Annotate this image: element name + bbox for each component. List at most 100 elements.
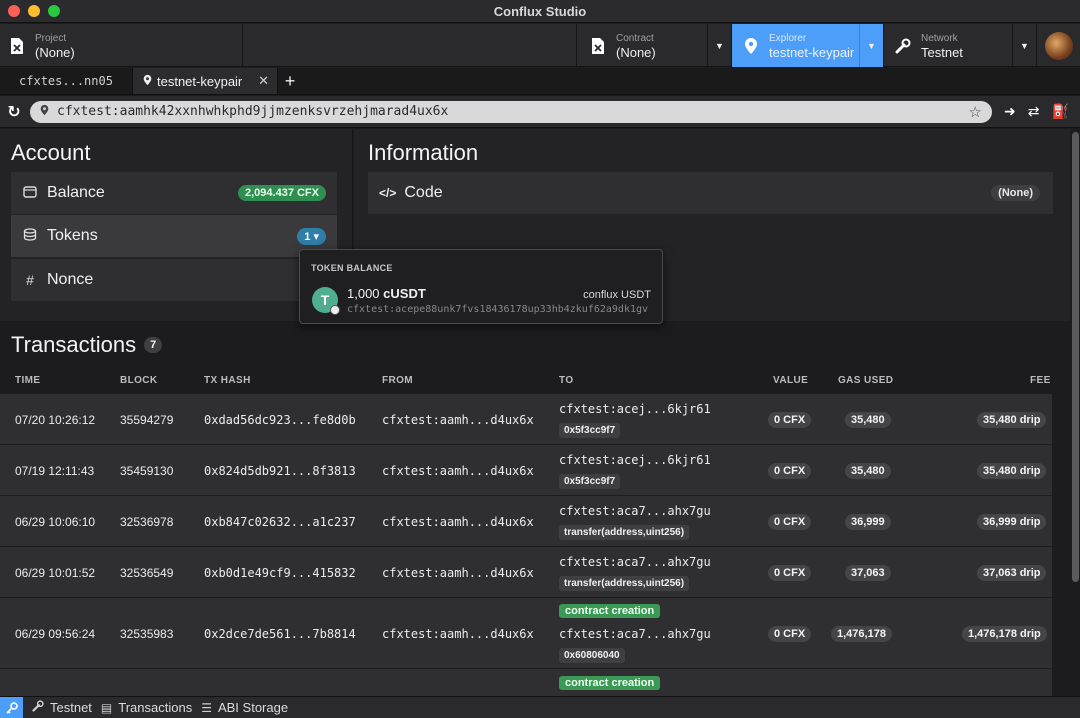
tx-block[interactable]: 35459130 — [120, 464, 173, 478]
code-label: Code — [404, 184, 443, 201]
tx-block[interactable]: 35594279 — [120, 413, 173, 427]
close-tab-icon[interactable]: ✕ — [258, 73, 269, 89]
tab-cfxtes[interactable]: cfxtes...nn05 — [0, 68, 133, 94]
tx-gas-pill: 35,480 — [845, 412, 891, 428]
window-titlebar: Conflux Studio — [0, 0, 1080, 23]
tx-method-tag: 0x5f3cc9f7 — [559, 423, 621, 438]
table-row[interactable]: 06/29 10:06:10 32536978 0xb847c02632...a… — [0, 496, 1052, 546]
tx-from[interactable]: cfxtest:aamh...d4ux6x — [382, 413, 534, 427]
table-header: TIME BLOCK TX HASH FROM TO VALUE GAS USE… — [0, 372, 1060, 390]
tx-block[interactable]: 32535983 — [120, 627, 173, 641]
table-row[interactable]: contract creation — [0, 669, 1052, 696]
tether-logo-icon: T — [312, 287, 340, 315]
code-badge: (None) — [991, 185, 1040, 201]
col-to: TO — [559, 375, 574, 386]
tx-from[interactable]: cfxtest:aamh...d4ux6x — [382, 464, 534, 478]
contract-selector[interactable]: Contract (None) ▼ — [577, 24, 732, 67]
contract-creation-tag: contract creation — [559, 604, 661, 618]
col-time: TIME — [15, 375, 41, 386]
tx-hash[interactable]: 0xb847c02632...a1c237 — [204, 515, 356, 529]
status-abi-label: ABI Storage — [217, 700, 289, 715]
token-balance-popover: TOKEN BALANCE T 1,000 cUSDT conflux USDT… — [299, 249, 663, 324]
tx-time: 07/20 10:26:12 — [15, 413, 96, 427]
open-external-icon[interactable]: ➜ — [1004, 103, 1016, 120]
tab-testnet-keypair[interactable]: testnet-keypair ✕ — [133, 68, 278, 94]
add-tab-button[interactable]: + — [278, 68, 302, 94]
status-abi-storage[interactable]: ☰ ABI Storage — [201, 700, 288, 715]
tx-block[interactable]: 32536978 — [120, 515, 173, 529]
information-title: Information — [368, 140, 479, 165]
tx-block[interactable]: 32536549 — [120, 566, 173, 580]
table-row[interactable]: 07/20 10:26:12 35594279 0xdad56dc923...f… — [0, 394, 1052, 444]
tx-hash[interactable]: 0xb0d1e49cf9...415832 — [204, 566, 356, 580]
tokens-row[interactable]: Tokens 1 ▾ — [11, 215, 337, 257]
explorer-dropdown-caret[interactable]: ▼ — [859, 24, 883, 67]
tx-time: 07/19 12:11:43 — [15, 464, 95, 478]
status-network[interactable]: Testnet — [32, 700, 92, 715]
tx-fee-pill: 37,063 drip — [977, 565, 1047, 581]
tx-to[interactable]: cfxtest:acej...6kjr61 — [559, 402, 711, 416]
contract-dropdown-caret[interactable]: ▼ — [707, 24, 731, 67]
window-title: Conflux Studio — [493, 3, 587, 19]
tab-bar: cfxtes...nn05 testnet-keypair ✕ + — [0, 68, 1080, 95]
address-field[interactable]: ☆ — [30, 100, 992, 123]
refresh-icon[interactable]: ↻ — [2, 100, 26, 124]
tx-from[interactable]: cfxtest:aamh...d4ux6x — [382, 566, 534, 580]
transfer-icon[interactable]: ⇄ — [1028, 103, 1040, 120]
list-icon: ▤ — [100, 700, 113, 715]
table-row[interactable]: 07/19 12:11:43 35459130 0x824d5db921...8… — [0, 445, 1052, 495]
status-transactions-label: Transactions — [118, 700, 193, 715]
tokens-badge[interactable]: 1 ▾ — [297, 227, 326, 245]
token-amount[interactable]: 1,000 cUSDT — [347, 286, 426, 301]
tx-method-tag: transfer(address,uint256) — [559, 576, 690, 591]
zoom-window-button[interactable] — [48, 5, 60, 17]
close-window-button[interactable] — [8, 5, 20, 17]
scrollbar[interactable] — [1072, 132, 1079, 582]
code-row[interactable]: </> Code (None) — [368, 172, 1053, 214]
user-avatar-button[interactable] — [1037, 24, 1080, 67]
project-selector[interactable]: Project (None) — [0, 24, 243, 67]
tx-value-pill: 0 CFX — [768, 626, 812, 642]
address-input[interactable] — [57, 104, 937, 119]
col-block: BLOCK — [120, 375, 158, 386]
project-label: Project — [35, 32, 67, 44]
col-tx-hash: TX HASH — [204, 375, 251, 386]
faucet-icon[interactable]: ⛽ — [1051, 103, 1068, 120]
tx-to[interactable]: cfxtest:acej...6kjr61 — [559, 453, 711, 467]
tx-value-pill: 0 CFX — [768, 565, 812, 581]
tx-hash[interactable]: 0x824d5db921...8f3813 — [204, 464, 356, 478]
tx-fee-pill: 36,999 drip — [977, 514, 1047, 530]
status-bar: Testnet ▤ Transactions ☰ ABI Storage — [0, 696, 1080, 718]
tx-method-tag: transfer(address,uint256) — [559, 525, 690, 540]
table-row[interactable]: 06/29 10:01:52 32536549 0xb0d1e49cf9...4… — [0, 547, 1052, 597]
top-toolbar: Project (None) Contract (None) ▼ Explore… — [0, 24, 1080, 67]
minimize-window-button[interactable] — [28, 5, 40, 17]
status-network-label: Testnet — [50, 700, 92, 715]
network-label: Network — [921, 32, 958, 44]
tx-fee-pill: 35,480 drip — [977, 412, 1047, 428]
map-pin-icon — [40, 104, 49, 119]
table-row[interactable]: 06/29 09:56:24 32535983 0x2dce7de561...7… — [0, 598, 1052, 668]
tx-to[interactable]: cfxtest:aca7...ahx7gu — [559, 627, 711, 641]
nonce-row: # Nonce — [11, 259, 337, 301]
tx-to[interactable]: cfxtest:aca7...ahx7gu — [559, 555, 711, 569]
network-selector[interactable]: Network Testnet ▼ — [884, 24, 1037, 67]
explorer-label: Explorer — [769, 32, 807, 44]
map-pin-icon — [742, 36, 760, 56]
contract-creation-tag: contract creation — [559, 676, 661, 690]
star-icon[interactable]: ☆ — [969, 103, 982, 121]
tx-gas-pill: 37,063 — [845, 565, 891, 581]
tx-hash[interactable]: 0x2dce7de561...7b8814 — [204, 627, 356, 641]
file-x-icon — [8, 36, 26, 56]
tx-to[interactable]: cfxtest:aca7...ahx7gu — [559, 504, 711, 518]
network-dropdown-caret[interactable]: ▼ — [1012, 24, 1036, 67]
tx-from[interactable]: cfxtest:aamh...d4ux6x — [382, 627, 534, 641]
key-icon[interactable] — [0, 696, 23, 718]
tx-hash[interactable]: 0xdad56dc923...fe8d0b — [204, 413, 356, 427]
token-address[interactable]: cfxtest:acepe88unk7fvs18436178up33hb4zku… — [347, 304, 648, 315]
explorer-selector[interactable]: Explorer testnet-keypair ▼ — [732, 24, 884, 67]
tx-fee-pill: 1,476,178 drip — [962, 626, 1047, 642]
col-value: VALUE — [773, 375, 809, 386]
tx-from[interactable]: cfxtest:aamh...d4ux6x — [382, 515, 534, 529]
status-transactions[interactable]: ▤ Transactions — [101, 700, 192, 715]
